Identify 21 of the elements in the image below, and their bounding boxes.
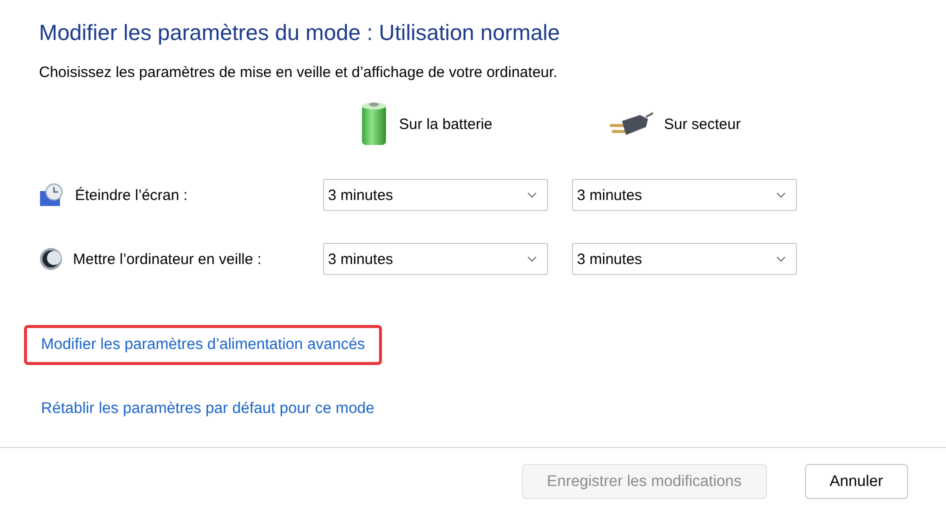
settings-link[interactable]: Rétablir les paramètres par défaut pour ce mode bbox=[24, 389, 392, 429]
setting-label: Éteindre l’écran : bbox=[75, 186, 188, 204]
clock-icon bbox=[39, 183, 65, 207]
plug-icon bbox=[608, 111, 654, 137]
dropdown[interactable]: 3 minutes bbox=[323, 243, 548, 275]
chevron-down-icon bbox=[527, 256, 537, 262]
description-text: Choisissez les paramètres de mise en veille et d’affichage de votre ordinateur. bbox=[39, 64, 558, 81]
cancel-button[interactable]: Annuler bbox=[804, 464, 908, 499]
dropdown[interactable]: 3 minutes bbox=[323, 179, 548, 211]
page-title: Modifier les paramètres du mode : Utilisation normale bbox=[39, 20, 561, 46]
column-label: Sur secteur bbox=[664, 116, 741, 132]
setting-label: Mettre l’ordinateur en veille : bbox=[73, 250, 262, 268]
chevron-down-icon bbox=[776, 192, 786, 198]
battery-icon bbox=[359, 101, 389, 147]
moon-icon bbox=[39, 247, 63, 271]
chevron-down-icon bbox=[527, 192, 537, 198]
chevron-down-icon bbox=[776, 256, 786, 262]
dropdown[interactable]: 3 minutes bbox=[572, 243, 797, 275]
settings-link[interactable]: Modifier les paramètres d’alimentation avancés bbox=[24, 325, 382, 365]
dropdown[interactable]: 3 minutes bbox=[572, 179, 797, 211]
column-label: Sur la batterie bbox=[399, 116, 492, 132]
